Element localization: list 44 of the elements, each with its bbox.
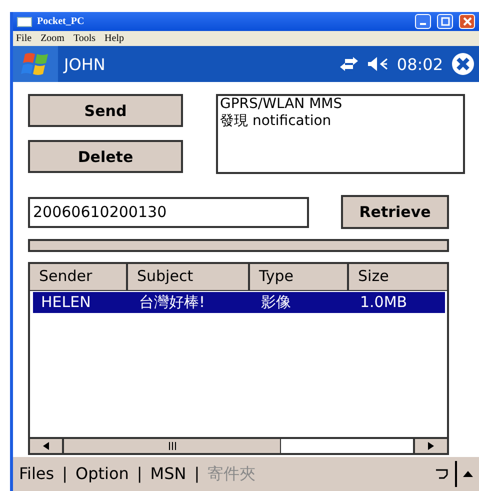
window-title: Pocket_PC [37, 16, 86, 27]
close-icon [462, 17, 472, 26]
column-header[interactable]: Size [349, 264, 447, 290]
menu-item[interactable]: Zoom [40, 33, 64, 44]
message-line: 發現 notification [220, 113, 332, 130]
menu-separator: | [136, 464, 142, 484]
table-cell-text: 台灣好棒! [138, 292, 206, 313]
menu-item[interactable]: MSN [150, 464, 186, 484]
menu-item[interactable]: Tools [73, 33, 96, 44]
message-line: GPRS/WLAN MMS [220, 96, 344, 113]
menu-item[interactable]: Files [19, 464, 54, 484]
send-button[interactable]: Send [28, 94, 183, 127]
horizontal-scrollbar[interactable] [30, 437, 447, 453]
minimize-button[interactable] [415, 14, 431, 29]
clock-time[interactable]: 08:02 [396, 54, 443, 74]
grip-icon [168, 442, 176, 450]
nav-title: JOHN [64, 54, 106, 74]
delete-button[interactable]: Delete [28, 140, 183, 173]
close-button[interactable] [459, 14, 475, 29]
menu-separator: | [62, 464, 68, 484]
menu-item[interactable]: File [16, 33, 32, 44]
menu-item[interactable]: Help [104, 33, 124, 44]
id-field[interactable]: 20060610200130 [28, 196, 309, 228]
table-cell-text: HELEN [40, 292, 92, 313]
menu-separator: | [194, 464, 200, 484]
table-cell-text: 1.0MB [359, 292, 408, 313]
maximize-button[interactable] [437, 14, 453, 29]
scroll-right-icon[interactable] [428, 442, 434, 450]
app-icon [17, 16, 32, 26]
maximize-icon [440, 17, 450, 26]
column-header[interactable]: Subject [128, 264, 250, 290]
menu-item[interactable]: Option [76, 464, 129, 484]
column-header[interactable]: Sender [30, 264, 128, 290]
up-arrow-icon[interactable] [463, 471, 473, 477]
scroll-left-icon[interactable] [43, 442, 49, 450]
windows-flag-icon [20, 51, 50, 77]
column-header[interactable]: Type [250, 264, 349, 290]
table-cell-text: 影像 [260, 292, 292, 313]
speaker-icon[interactable] [366, 56, 389, 72]
connectivity-icon[interactable] [338, 57, 359, 71]
retrieve-button[interactable]: Retrieve [341, 195, 449, 229]
table-row[interactable]: HELEN 台灣好棒! 影像 1.0MB [33, 292, 445, 313]
close-icon[interactable] [451, 52, 475, 76]
start-button[interactable] [13, 46, 58, 82]
